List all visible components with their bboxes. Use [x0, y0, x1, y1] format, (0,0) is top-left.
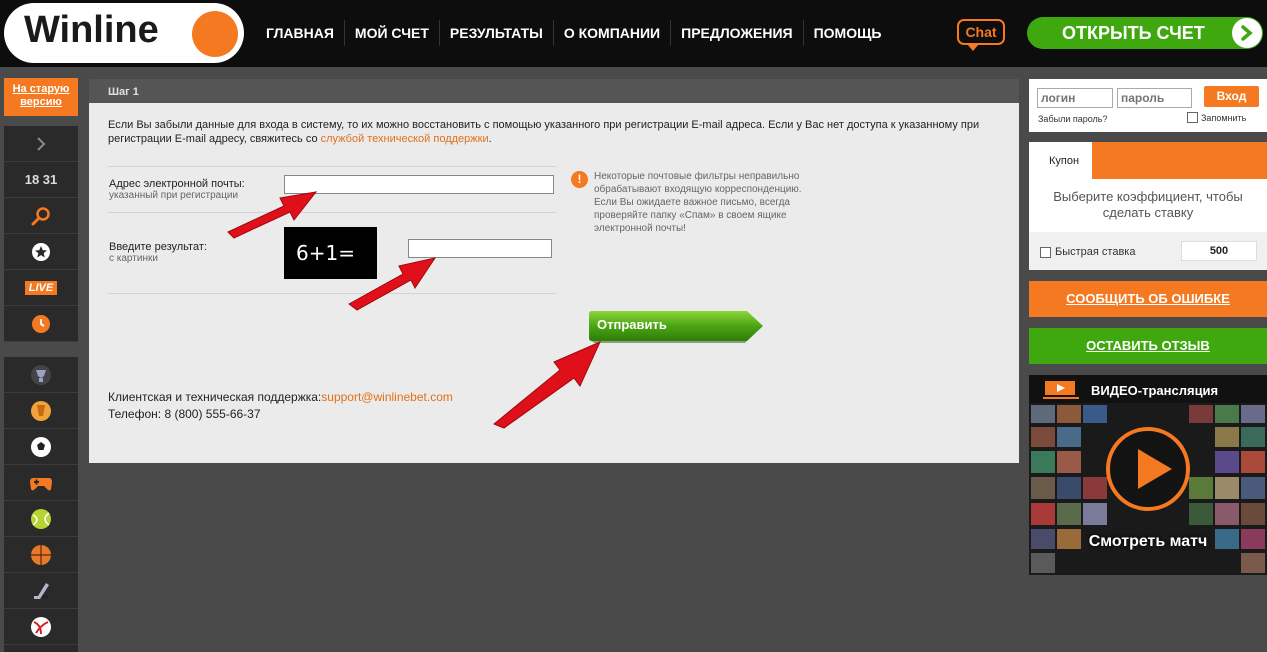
main-nav: ГЛАВНАЯ МОЙ СЧЕТ РЕЗУЛЬТАТЫ О КОМПАНИИ П… — [256, 20, 891, 46]
open-account-button[interactable]: ОТКРЫТЬ СЧЕТ — [1027, 17, 1263, 49]
quick-bet-toggle[interactable]: Быстрая ставка — [1040, 246, 1135, 258]
email-field[interactable] — [284, 175, 554, 194]
login-field[interactable] — [1037, 88, 1113, 108]
login-button[interactable]: Вход — [1204, 86, 1259, 107]
captcha-hint: с картинки — [109, 253, 158, 264]
search-icon — [31, 206, 50, 225]
step-title: Шаг 1 — [89, 79, 1019, 103]
sidebar-upcoming[interactable] — [4, 306, 78, 342]
clock-icon — [32, 314, 50, 333]
login-box: Вход Забыли пароль? Запомнить — [1029, 79, 1267, 132]
annotation-arrow — [348, 257, 437, 311]
sidebar-sport-trophy[interactable] — [4, 357, 78, 393]
video-stream-banner[interactable]: ВИДЕО-трансляция Смотреть матч — [1029, 375, 1267, 575]
intro-text: Если Вы забыли данные для входа в систем… — [108, 118, 988, 146]
password-field[interactable] — [1117, 88, 1192, 108]
nav-item-offers[interactable]: ПРЕДЛОЖЕНИЯ — [671, 20, 804, 46]
intro-body: Если Вы забыли данные для входа в систем… — [108, 119, 980, 145]
stake-input[interactable]: 500 — [1181, 241, 1257, 261]
phone-number: 8 (800) 555-66-37 — [164, 407, 261, 421]
submit-button[interactable]: Отправить — [589, 311, 764, 343]
remember-checkbox[interactable] — [1187, 112, 1198, 123]
play-icon[interactable] — [1106, 427, 1190, 511]
sidebar-expand[interactable] — [4, 126, 78, 162]
sidebar-sports — [4, 357, 78, 652]
europa-league-icon — [31, 400, 51, 421]
star-icon — [32, 242, 50, 261]
divider — [108, 166, 556, 167]
chevron-right-icon — [37, 136, 46, 151]
hockey-icon — [34, 582, 49, 599]
open-account-label: ОТКРЫТЬ СЧЕТ — [1062, 23, 1205, 43]
quick-bet-checkbox[interactable] — [1040, 246, 1051, 258]
sidebar-tools: 18 31 LIVE — [4, 126, 78, 342]
support-email-link[interactable]: support@winlinebet.com — [321, 390, 453, 404]
chevron-right-icon — [1232, 18, 1262, 48]
current-time: 18 31 — [24, 172, 58, 187]
tennis-icon — [31, 508, 51, 529]
nav-item-about[interactable]: О КОМПАНИИ — [554, 20, 672, 46]
esports-icon — [30, 477, 52, 490]
sidebar-sport-europa[interactable] — [4, 393, 78, 429]
quick-bet-label: Быстрая ставка — [1055, 246, 1136, 258]
report-error-button[interactable]: СООБЩИТЬ ОБ ОШИБКЕ — [1029, 281, 1267, 317]
phone-label: Телефон: — [108, 407, 165, 421]
tab-coupon[interactable]: Купон — [1029, 142, 1092, 179]
annotation-arrow — [227, 191, 318, 239]
support-info: Клиентская и техническая поддержка:suppo… — [108, 389, 453, 423]
sidebar-clock: 18 31 — [4, 162, 78, 198]
spam-notice: Некоторые почтовые фильтры неправильно о… — [594, 171, 802, 234]
sidebar-favorites[interactable] — [4, 234, 78, 270]
football-icon — [31, 436, 51, 457]
old-version-link[interactable]: На старую версию — [4, 78, 78, 116]
support-label: Клиентская и техническая поддержка: — [108, 390, 322, 404]
remember-me[interactable]: Запомнить — [1187, 112, 1246, 123]
warning-icon: ! — [571, 171, 588, 188]
nav-item-my-account[interactable]: МОЙ СЧЕТ — [345, 20, 440, 46]
leave-review-button[interactable]: ОСТАВИТЬ ОТЗЫВ — [1029, 328, 1267, 364]
logo-dot-icon — [192, 11, 238, 57]
captcha-label-text: Введите результат: — [109, 241, 207, 253]
sidebar-sport-hockey[interactable] — [4, 573, 78, 609]
header: Winline ГЛАВНАЯ МОЙ СЧЕТ РЕЗУЛЬТАТЫ О КО… — [0, 0, 1267, 67]
divider — [108, 212, 556, 213]
basketball-icon — [31, 544, 51, 565]
support-service-link[interactable]: службой технической поддержки — [321, 133, 489, 145]
submit-label: Отправить — [597, 317, 667, 332]
sidebar-search[interactable] — [4, 198, 78, 234]
captcha-label: Введите результат: с картинки — [109, 241, 207, 265]
video-title: ВИДЕО-трансляция — [1091, 383, 1219, 398]
tv-icon — [1043, 381, 1079, 399]
bet-coupon: Купон Выберите коэффициент, чтобы сделат… — [1029, 142, 1267, 270]
nav-item-home[interactable]: ГЛАВНАЯ — [256, 20, 345, 46]
volleyball-icon — [31, 616, 51, 637]
sidebar-sport-volleyball[interactable] — [4, 609, 78, 645]
coupon-message: Выберите коэффициент, чтобы сделать став… — [1053, 189, 1243, 220]
sidebar-live[interactable]: LIVE — [4, 270, 78, 306]
winline-logo[interactable]: Winline — [4, 3, 244, 63]
watch-match-label: Смотреть матч — [1088, 533, 1208, 550]
chat-icon[interactable]: Chat — [957, 19, 1005, 51]
nav-item-results[interactable]: РЕЗУЛЬТАТЫ — [440, 20, 554, 46]
sidebar-sport-tennis[interactable] — [4, 501, 78, 537]
intro-end: . — [488, 133, 492, 145]
divider — [108, 293, 556, 294]
forgot-password-link[interactable]: Забыли пароль? — [1038, 114, 1107, 124]
trophy-icon — [31, 364, 51, 385]
sidebar-sport-football[interactable] — [4, 429, 78, 465]
nav-item-help[interactable]: ПОМОЩЬ — [804, 20, 892, 46]
sidebar-sport-basketball[interactable] — [4, 537, 78, 573]
annotation-arrow — [493, 341, 601, 429]
logo-text: Winline — [24, 9, 159, 51]
sidebar-sport-esports[interactable] — [4, 465, 78, 501]
remember-label: Запомнить — [1201, 112, 1247, 123]
coupon-footer: Быстрая ставка 500 — [1029, 232, 1267, 270]
live-badge: LIVE — [24, 280, 58, 295]
